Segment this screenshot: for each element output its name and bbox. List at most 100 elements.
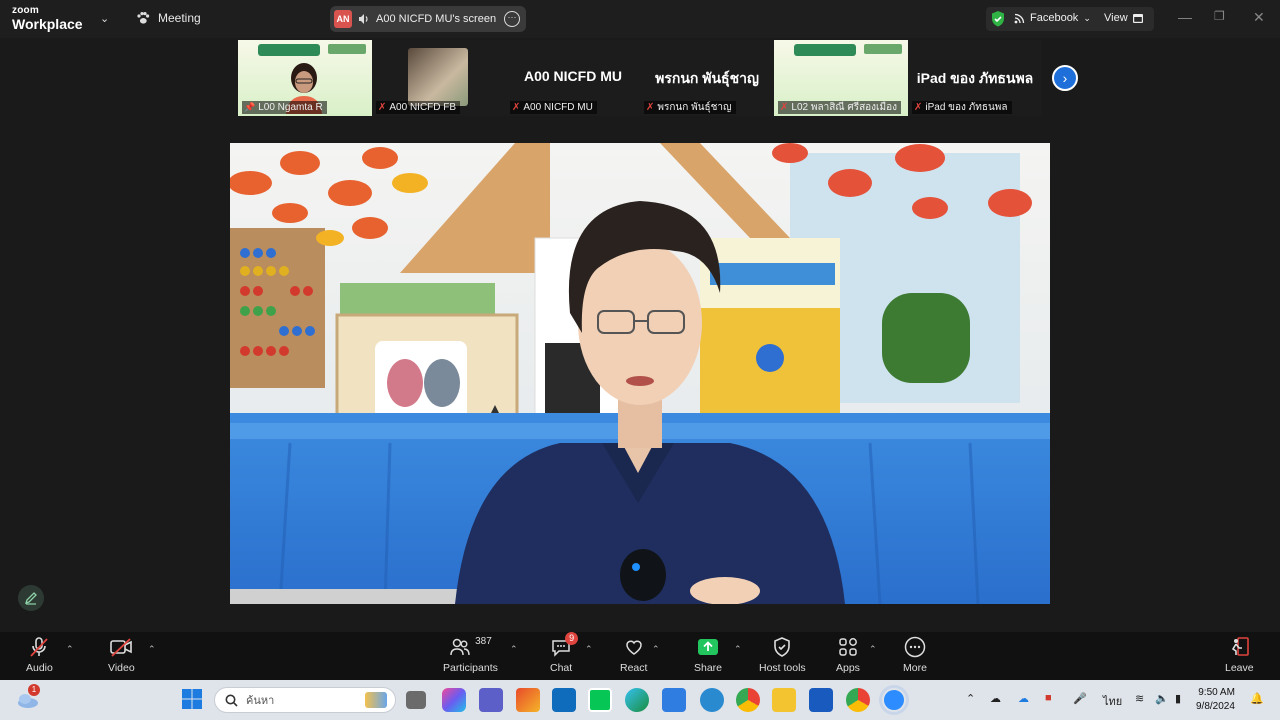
apps-label: Apps: [836, 662, 860, 674]
meeting-menu[interactable]: Meeting: [136, 11, 201, 25]
mic-muted-icon: ✗: [512, 102, 521, 113]
participant-tile[interactable]: ✗ A00 NICFD FB: [372, 40, 506, 116]
participant-name: ✗ พรกนก พันธุ์ชาญ: [644, 101, 736, 114]
zoom-icon[interactable]: [882, 688, 906, 712]
participant-tile[interactable]: 📌 L00 Ngamta R: [238, 40, 372, 116]
taskbar-clock[interactable]: 9:50 AM 9/8/2024: [1196, 686, 1235, 714]
audio-options-caret[interactable]: ⌃: [66, 644, 74, 655]
participant-display-name: พรกนก พันธุ์ชาญ: [655, 70, 759, 86]
taskbar-search-box[interactable]: ค้นหา: [214, 687, 396, 713]
chrome-icon[interactable]: [736, 688, 760, 712]
line-icon[interactable]: [588, 688, 612, 712]
chrome-profile-icon[interactable]: [846, 688, 870, 712]
wifi-icon[interactable]: ≋: [1135, 692, 1144, 705]
volume-icon[interactable]: 🔈: [1155, 692, 1169, 705]
share-label: A00 NICFD MU's screen: [376, 13, 497, 25]
participants-label: Participants: [443, 662, 498, 674]
brand-line2: Workplace: [12, 16, 83, 32]
notification-bell-icon[interactable]: 🔔: [1250, 692, 1264, 705]
windows-start-icon[interactable]: [181, 688, 205, 712]
close-button[interactable]: ✕: [1253, 9, 1265, 26]
teams-icon[interactable]: [479, 688, 503, 712]
chevron-up-icon[interactable]: ⌃: [966, 692, 975, 705]
participant-tile[interactable]: A00 NICFD MU ✗ A00 NICFD MU: [506, 40, 640, 116]
livestream-label: Facebook: [1030, 12, 1079, 24]
apps-options-caret[interactable]: ⌃: [869, 644, 877, 655]
paw-icon: [137, 12, 150, 24]
clock-time: 9:50 AM: [1198, 687, 1235, 698]
participants-options-caret[interactable]: ⌃: [510, 644, 518, 655]
more-options-icon[interactable]: ···: [504, 11, 520, 27]
participant-name: ✗ iPad ของ ภัทธนพล: [912, 101, 1012, 114]
copilot-icon[interactable]: [442, 688, 466, 712]
leave-label: Leave: [1225, 662, 1254, 674]
word-icon[interactable]: [809, 688, 833, 712]
screen-share-indicator[interactable]: AN A00 NICFD MU's screen ···: [330, 6, 526, 32]
share-label: Share: [694, 662, 723, 674]
broadcast-icon: [1014, 13, 1025, 23]
task-view-icon[interactable]: [406, 691, 426, 709]
participant-name: ✗ L02 พลาสิณี ศรีสองเมือง: [778, 101, 901, 114]
audio-button[interactable]: Audio: [26, 636, 53, 674]
store-icon[interactable]: [662, 688, 686, 712]
react-options-caret[interactable]: ⌃: [652, 644, 660, 655]
host-tools-label: Host tools: [759, 662, 806, 674]
livestream-view-controls: Facebook ⌄ View: [986, 7, 1154, 31]
search-highlight-icon: [365, 692, 387, 708]
livestream-button[interactable]: Facebook ⌄: [1014, 12, 1091, 24]
onedrive-icon[interactable]: ☁: [990, 692, 1001, 705]
participant-video: [408, 48, 468, 106]
mic-muted-icon: ✗: [914, 102, 923, 113]
view-button[interactable]: View: [1104, 12, 1143, 24]
share-button[interactable]: Share: [694, 636, 722, 674]
participant-strip: 📌 L00 Ngamta R ✗ A00 NICFD FB A00 NICFD …: [238, 40, 1042, 116]
restore-button[interactable]: ❐: [1214, 9, 1225, 23]
host-tools-button[interactable]: Host tools: [759, 636, 806, 674]
weather-badge: 1: [28, 684, 40, 696]
participant-tile[interactable]: iPad ของ ภัทธนพล ✗ iPad ของ ภัทธนพล: [908, 40, 1042, 116]
app-icon[interactable]: [516, 688, 540, 712]
search-placeholder: ค้นหา: [246, 695, 275, 707]
zoom-logo[interactable]: zoom Workplace: [12, 5, 83, 32]
zoom-app-window: zoom Workplace ⌄ Meeting AN A00 NICFD MU…: [0, 0, 1280, 720]
participants-icon: [450, 638, 470, 656]
video-off-icon: [110, 638, 133, 657]
edge-icon[interactable]: [625, 688, 649, 712]
chat-button[interactable]: 9 Chat: [550, 632, 579, 674]
app-icon[interactable]: [700, 688, 724, 712]
participants-button[interactable]: 387 Participants: [443, 636, 498, 674]
grid-view-icon: [1132, 13, 1143, 23]
participant-name: ✗ A00 NICFD MU: [510, 101, 597, 114]
mic-muted-icon: ✗: [780, 102, 789, 113]
outlook-icon[interactable]: [552, 688, 576, 712]
minimize-button[interactable]: —: [1178, 9, 1192, 25]
react-button[interactable]: React: [620, 636, 647, 674]
language-indicator[interactable]: ไทย: [1103, 692, 1122, 710]
microphone-icon[interactable]: 🎤: [1073, 692, 1087, 705]
video-options-caret[interactable]: ⌃: [148, 644, 156, 655]
video-label: Video: [108, 662, 135, 674]
app-tray-icon[interactable]: ■: [1045, 692, 1052, 704]
more-button[interactable]: More: [903, 636, 927, 674]
apps-icon: [839, 638, 857, 656]
leave-button[interactable]: Leave: [1225, 636, 1254, 674]
annotate-pencil-icon[interactable]: [18, 585, 44, 611]
active-speaker-video: [230, 143, 1050, 604]
chat-options-caret[interactable]: ⌃: [585, 644, 593, 655]
battery-icon[interactable]: ▮: [1175, 692, 1181, 705]
chevron-down-icon[interactable]: ⌄: [100, 12, 109, 25]
video-button[interactable]: Video: [108, 636, 135, 674]
apps-button[interactable]: Apps: [836, 636, 860, 674]
file-explorer-icon[interactable]: [772, 688, 796, 712]
next-page-button[interactable]: ›: [1052, 65, 1078, 91]
brand-line1: zoom: [12, 5, 39, 16]
shield-icon: [774, 637, 791, 657]
participant-tile[interactable]: ✗ L02 พลาสิณี ศรีสองเมือง: [774, 40, 908, 116]
onedrive-icon[interactable]: ☁: [1018, 692, 1029, 705]
react-label: React: [620, 662, 648, 674]
share-options-caret[interactable]: ⌃: [734, 644, 742, 655]
participant-tile[interactable]: พรกนก พันธุ์ชาญ ✗ พรกนก พันธุ์ชาญ: [640, 40, 774, 116]
weather-widget[interactable]: 1: [16, 684, 40, 710]
more-label: More: [903, 662, 927, 674]
speaker-video-frame: [230, 143, 1050, 604]
